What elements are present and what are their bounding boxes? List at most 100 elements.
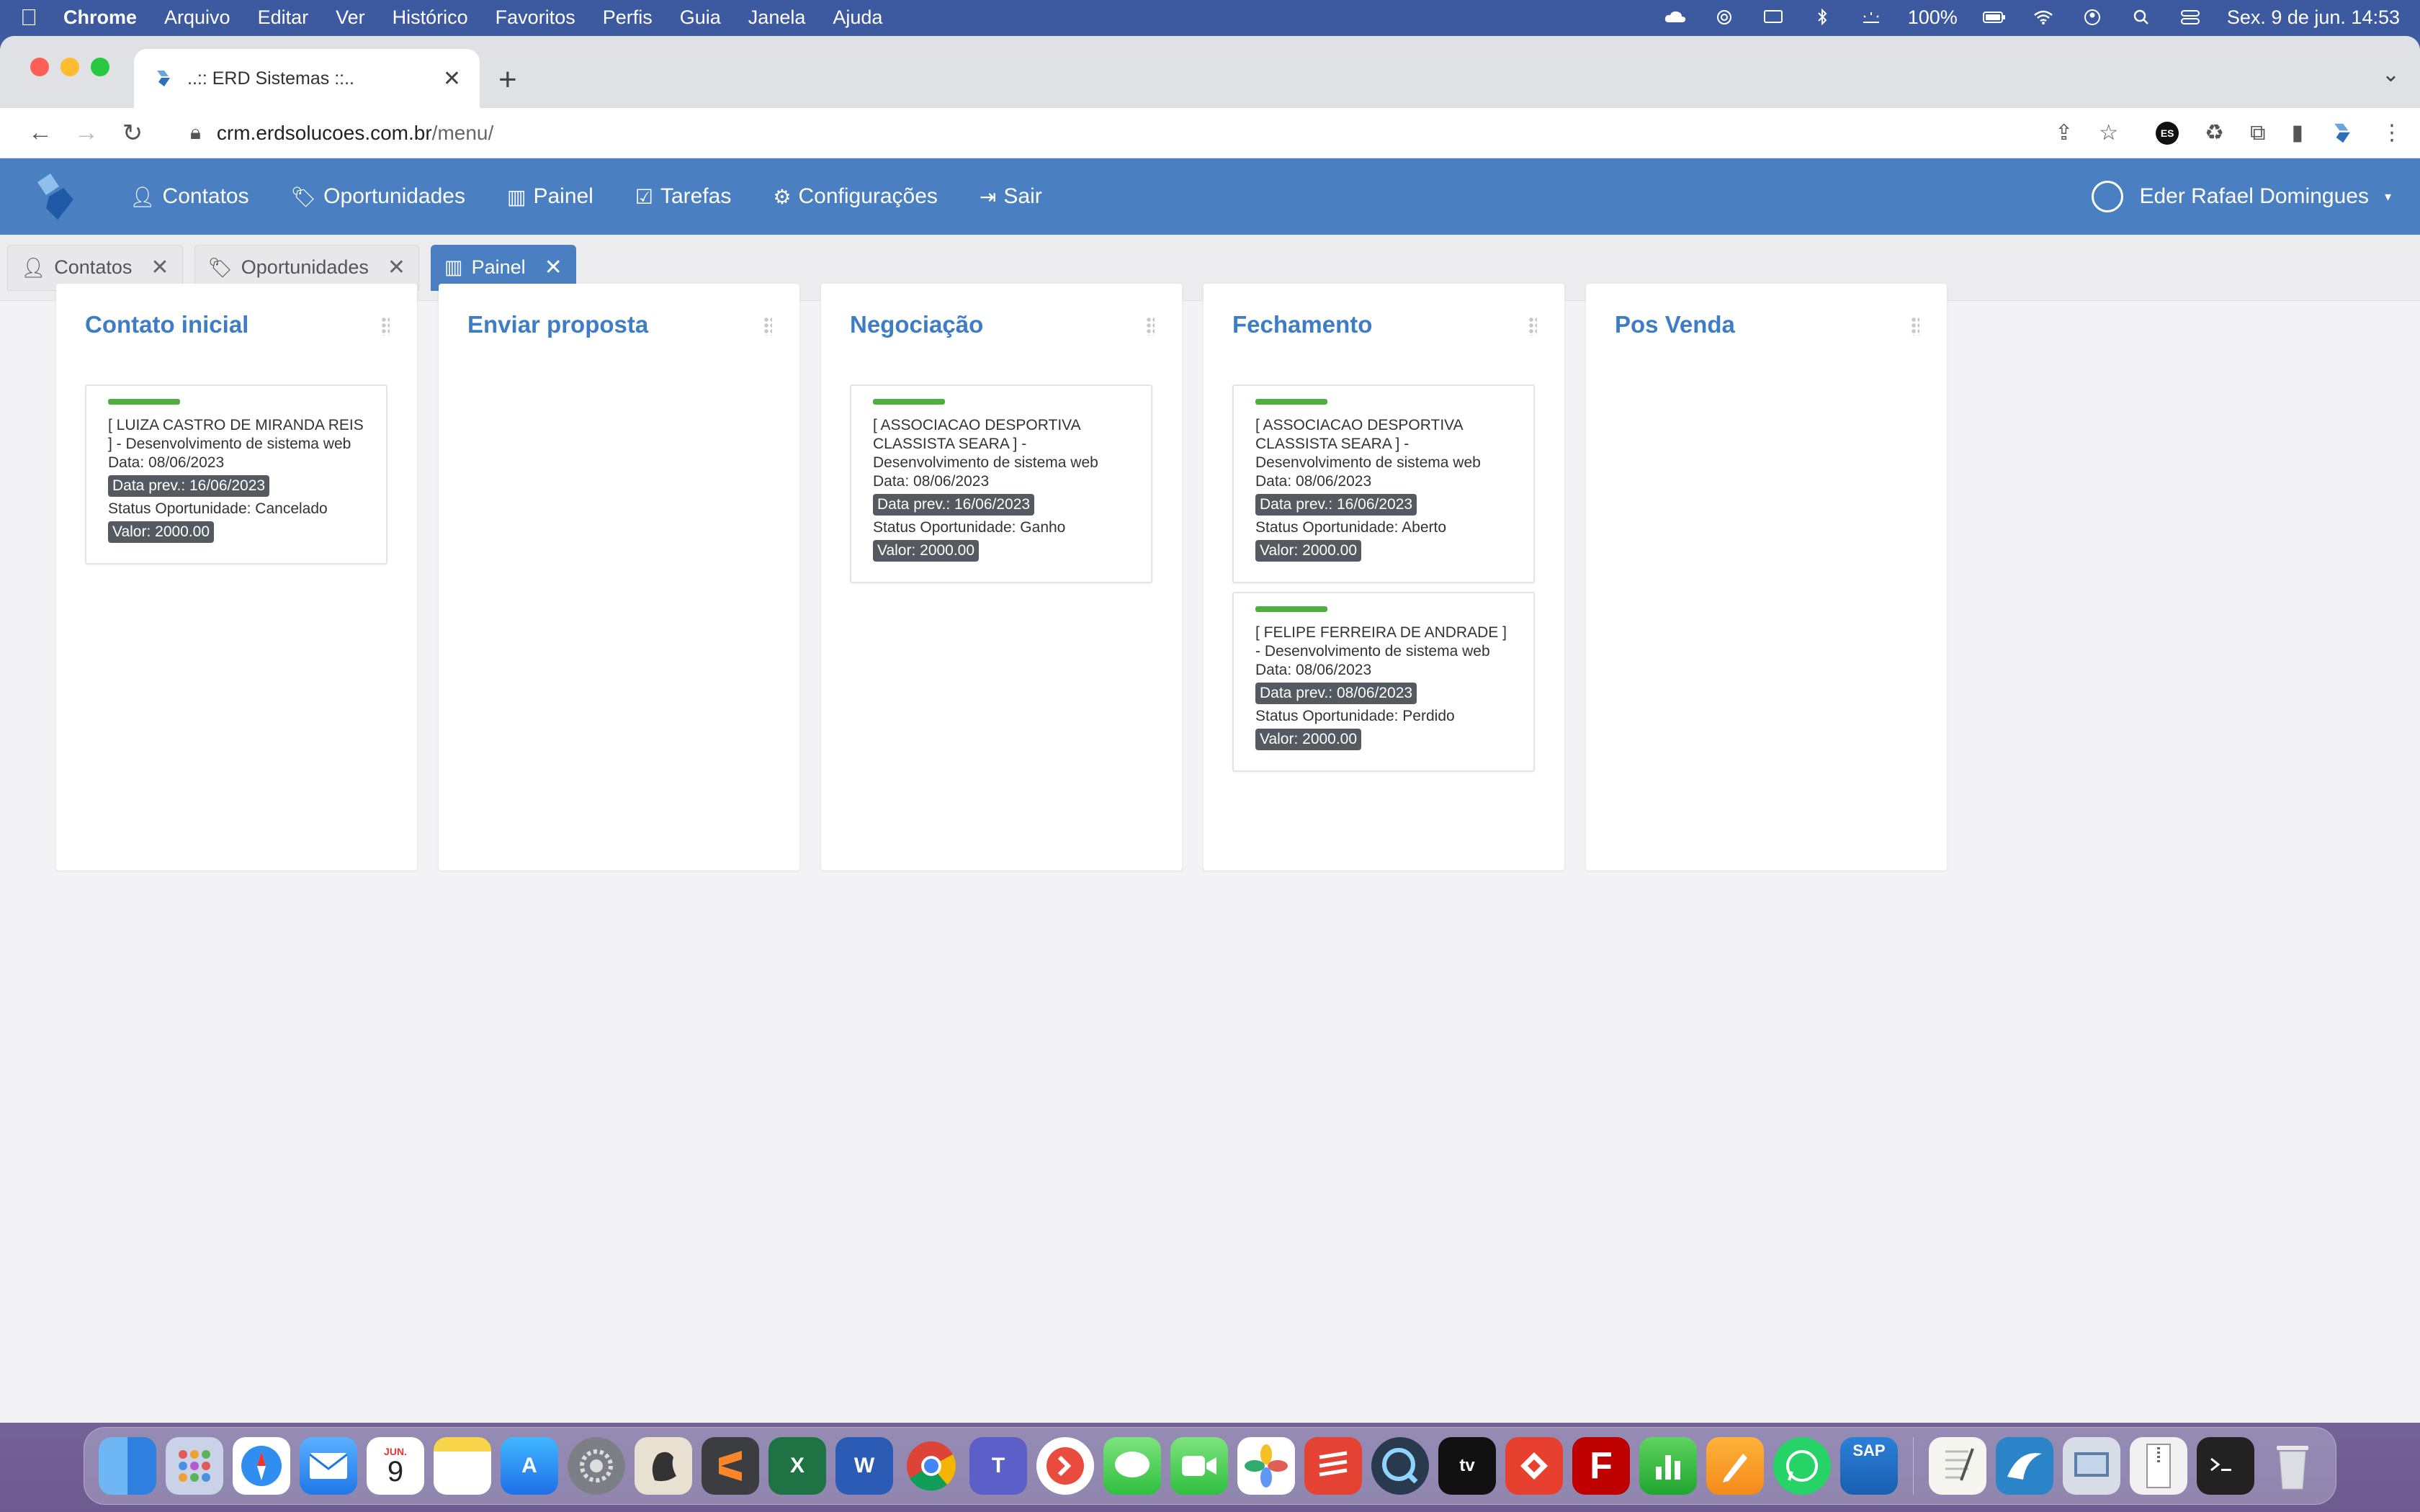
bluetooth-icon[interactable] [1810, 8, 1834, 27]
drag-handle-icon[interactable] [763, 317, 772, 336]
card-status: Status Oportunidade: Ganho [873, 519, 1066, 536]
drag-handle-icon[interactable] [1146, 317, 1155, 336]
nav-oportunidades[interactable]: 🏷︎ Oportunidades [291, 184, 465, 209]
menu-janela[interactable]: Janela [748, 6, 806, 29]
back-arrow-icon[interactable]: ← [17, 119, 63, 147]
opportunity-card[interactable]: [ ASSOCIACAO DESPORTIVA CLASSISTA SEARA … [1232, 384, 1535, 583]
nav-contatos[interactable]: 👤︎ Contatos [130, 184, 249, 209]
recycle-extension-icon[interactable]: ♻ [2205, 120, 2224, 145]
chrome-icon[interactable] [902, 1437, 960, 1495]
close-tab-contatos-icon[interactable]: ✕ [151, 255, 169, 280]
app-store-icon[interactable]: A [501, 1437, 558, 1495]
wifi-icon[interactable] [2031, 8, 2056, 27]
reload-icon[interactable]: ↻ [109, 119, 156, 148]
menu-favoritos[interactable]: Favoritos [496, 6, 575, 29]
zoom-window-button[interactable] [91, 58, 109, 76]
numbers-icon[interactable] [1639, 1437, 1697, 1495]
side-panel-icon[interactable]: ▮ [2291, 120, 2303, 145]
calendar-icon[interactable]: JUN. 9 [367, 1437, 424, 1495]
menu-ver[interactable]: Ver [336, 6, 365, 29]
extensions-puzzle-icon[interactable]: ⧉ [2250, 121, 2265, 145]
whatsapp-icon[interactable] [1773, 1437, 1831, 1495]
close-tab-oportunidades-icon[interactable]: ✕ [387, 255, 405, 280]
erd-logo[interactable] [29, 168, 86, 225]
new-tab-button[interactable]: + [498, 62, 517, 98]
battery-icon[interactable] [1982, 8, 2007, 27]
sequel-ace-icon[interactable] [635, 1437, 692, 1495]
drag-handle-icon[interactable] [381, 317, 390, 336]
nav-configuracoes[interactable]: ⚙ Configurações [773, 184, 938, 209]
excel-icon[interactable]: X [768, 1437, 826, 1495]
opportunity-card[interactable]: [ LUIZA CASTRO DE MIRANDA REIS ] - Desen… [85, 384, 387, 564]
drag-handle-icon[interactable] [1528, 317, 1537, 336]
airdrop-icon[interactable] [1712, 8, 1736, 27]
browser-tab-active[interactable]: ..:: ERD Sistemas ::.. ✕ [134, 49, 480, 108]
terminal-icon[interactable] [2197, 1437, 2254, 1495]
apple-menu-icon[interactable]:  [20, 4, 37, 31]
tab-search-chevron-icon[interactable]: ⌄ [2382, 62, 2400, 87]
nav-tarefas[interactable]: ☑ Tarefas [635, 184, 732, 209]
bookmark-star-icon[interactable]: ☆ [2099, 120, 2118, 145]
opportunity-card[interactable]: [ ASSOCIACAO DESPORTIVA CLASSISTA SEARA … [850, 384, 1152, 583]
card-status: Status Oportunidade: Cancelado [108, 500, 328, 517]
facetime-icon[interactable] [1170, 1437, 1228, 1495]
textedit-icon[interactable] [1929, 1437, 1986, 1495]
progress-bar [1255, 606, 1327, 612]
menu-guia[interactable]: Guia [680, 6, 721, 29]
sap-icon[interactable]: SAP [1840, 1437, 1898, 1495]
photos-icon[interactable] [1237, 1437, 1295, 1495]
screen-mirroring-icon[interactable] [1761, 8, 1785, 27]
minimize-window-button[interactable] [60, 58, 79, 76]
address-bar[interactable]: 🔒︎ crm.erdsolucoes.com.br/menu/ ⇪ ☆ [170, 114, 2139, 152]
notes-icon[interactable] [434, 1437, 491, 1495]
nav-sair[interactable]: ⇥ Sair [980, 184, 1042, 209]
share-icon[interactable]: ⇪ [2055, 120, 2073, 145]
archive-icon[interactable] [2130, 1437, 2187, 1495]
opportunity-card[interactable]: [ FELIPE FERREIRA DE ANDRADE ] - Desenvo… [1232, 592, 1535, 772]
progress-bar [873, 399, 945, 405]
close-tab-painel-icon[interactable]: ✕ [544, 255, 563, 280]
mysql-workbench-icon[interactable] [1996, 1437, 2053, 1495]
spotlight-search-icon[interactable] [2129, 8, 2154, 27]
forward-arrow-icon[interactable]: → [63, 119, 109, 147]
finder-icon[interactable] [99, 1437, 156, 1495]
close-tab-icon[interactable]: ✕ [443, 66, 461, 91]
menubar-datetime[interactable]: Sex. 9 de jun. 14:53 [2227, 6, 2400, 29]
anydesk-red-icon[interactable] [1505, 1437, 1563, 1495]
menu-arquivo[interactable]: Arquivo [164, 6, 230, 29]
apple-tv-icon[interactable]: tv [1438, 1437, 1496, 1495]
user-account-icon[interactable] [2080, 8, 2105, 27]
more-options-icon[interactable]: ⋮ [2381, 120, 2403, 145]
brightness-icon[interactable] [1859, 8, 1883, 27]
anydesk-icon[interactable] [1036, 1437, 1094, 1495]
filezilla-icon[interactable]: F [1572, 1437, 1630, 1495]
menu-historico[interactable]: Histórico [393, 6, 468, 29]
trash-icon[interactable] [2264, 1437, 2321, 1495]
erd-extension-icon[interactable] [2329, 120, 2355, 146]
lock-icon[interactable]: 🔒︎ [190, 121, 201, 145]
word-icon[interactable]: W [835, 1437, 893, 1495]
control-center-icon[interactable] [2178, 8, 2202, 27]
cloud-sync-icon[interactable] [1663, 8, 1688, 27]
drag-handle-icon[interactable] [1911, 317, 1919, 336]
nav-painel[interactable]: ▥ Painel [507, 184, 593, 209]
messages-icon[interactable] [1103, 1437, 1161, 1495]
teams-icon[interactable]: T [969, 1437, 1027, 1495]
quicktime-icon[interactable] [1371, 1437, 1429, 1495]
sublime-text-icon[interactable] [702, 1437, 759, 1495]
menu-editar[interactable]: Editar [258, 6, 309, 29]
safari-icon[interactable] [233, 1437, 290, 1495]
todoist-icon[interactable] [1304, 1437, 1362, 1495]
system-settings-icon[interactable] [568, 1437, 625, 1495]
menu-perfis[interactable]: Perfis [603, 6, 653, 29]
user-menu[interactable]: Eder Rafael Domingues ▾ [2092, 181, 2391, 212]
close-window-button[interactable] [30, 58, 49, 76]
pages-icon[interactable] [1706, 1437, 1764, 1495]
mail-icon[interactable] [300, 1437, 357, 1495]
card-status: Status Oportunidade: Perdido [1255, 708, 1455, 724]
menu-app-name[interactable]: Chrome [63, 6, 137, 29]
launchpad-icon[interactable] [166, 1437, 223, 1495]
menu-ajuda[interactable]: Ajuda [833, 6, 882, 29]
extension-es-icon[interactable]: ES [2156, 121, 2179, 145]
preview-icon[interactable] [2063, 1437, 2120, 1495]
